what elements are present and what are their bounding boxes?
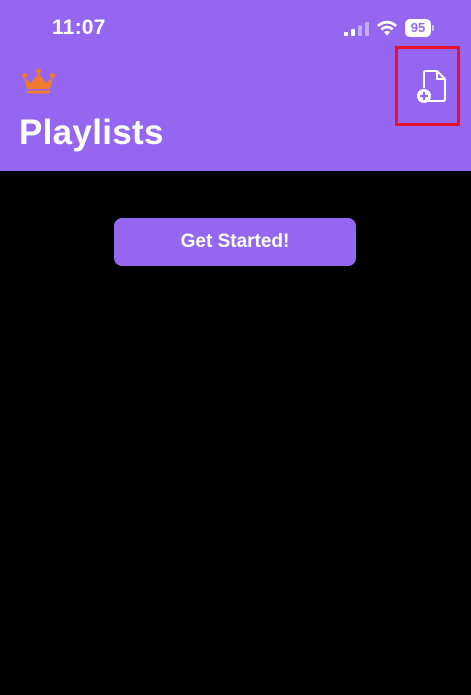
app-screen: 11:07 95 Playlists Get Started! — [0, 0, 471, 695]
document-add-icon — [417, 70, 446, 103]
header: 11:07 95 Playlists — [0, 0, 471, 171]
page-title: Playlists — [19, 113, 164, 152]
crown-icon[interactable] — [22, 68, 55, 94]
battery-cap — [432, 25, 434, 31]
add-file-button[interactable] — [395, 46, 460, 126]
cellular-signal-icon — [344, 22, 369, 36]
status-time: 11:07 — [52, 16, 106, 39]
wifi-icon — [377, 20, 397, 36]
battery-level: 95 — [410, 20, 426, 35]
battery-indicator: 95 — [405, 19, 435, 37]
get-started-button[interactable]: Get Started! — [114, 218, 356, 266]
